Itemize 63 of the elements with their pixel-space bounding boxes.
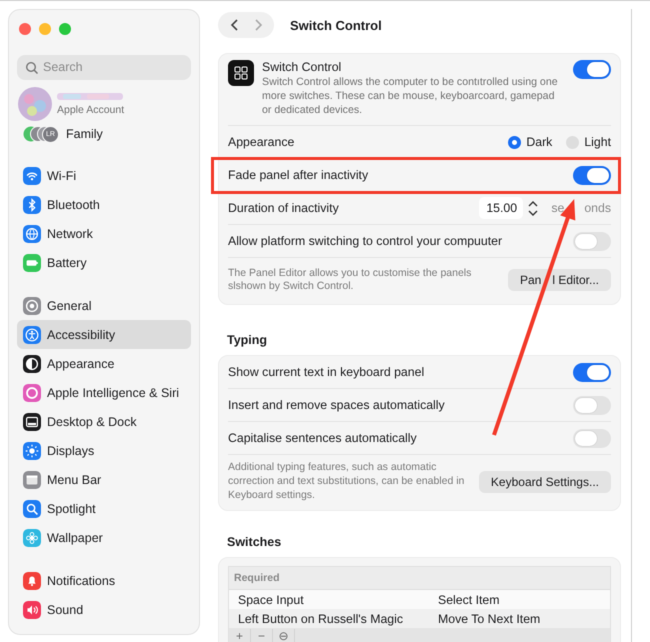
setting-title: Switch Control	[262, 60, 342, 74]
forward-icon	[252, 18, 264, 32]
section-heading: Switches	[227, 535, 282, 550]
zoom-button[interactable]	[59, 23, 71, 35]
window-title: Switch Control	[290, 18, 382, 32]
setting-label: Insert and remove spaces automatically	[228, 398, 445, 412]
radio-button[interactable]	[508, 136, 522, 149]
setting-label: Fade panel after inactivity	[228, 168, 368, 182]
setting-label: Duration of inactivity	[228, 201, 339, 216]
setting-label: Show current text in keyboard panel	[228, 365, 424, 380]
sidebar-item[interactable]: Apple Intelligence & Siri	[17, 378, 191, 407]
remove-button[interactable]: −	[251, 629, 273, 642]
sidebar-item[interactable]: Family	[66, 127, 103, 142]
sidebar-item[interactable]: Notifications	[17, 566, 191, 595]
radio-label: Dark	[526, 135, 552, 150]
back-icon	[228, 18, 240, 32]
close-button[interactable]	[19, 23, 31, 35]
toggle-switch[interactable]	[573, 362, 611, 382]
sidebar-item[interactable]: Battery	[17, 248, 191, 277]
add-button[interactable]: +	[229, 629, 251, 642]
toggle-switch[interactable]	[573, 166, 611, 185]
sidebar-item[interactable]: Wi-Fi	[17, 161, 191, 190]
minimize-button[interactable]	[39, 23, 51, 35]
search-field[interactable]: Search	[17, 54, 191, 80]
keyboard-settings-button[interactable]: Keyboard Settings...	[478, 470, 611, 493]
sidebar-item[interactable]: Menu Bar	[17, 465, 191, 494]
toggle-switch[interactable]	[573, 428, 611, 448]
sidebar-item[interactable]: Bluetooth	[17, 190, 191, 219]
number-field[interactable]: 15.00	[479, 197, 524, 220]
sidebar-item[interactable]: Desktop & Dock	[17, 407, 191, 436]
sidebar-item[interactable]: Wallpaper	[17, 523, 191, 552]
redacted-name-drawing	[57, 91, 123, 102]
unit-label: onds	[584, 201, 611, 216]
setting-label: Appearance	[228, 135, 294, 150]
switch-grid-icon	[228, 60, 254, 86]
sidebar-item[interactable]: Network	[17, 219, 191, 248]
table-row[interactable]: Left Button on Russell's Magic Move To Next Item	[229, 609, 610, 628]
setting-description: Switch Control allows the computer to be contıtrolled using one more switches. These can be mouse, keyboarcoard, gamepad or dedicated devices.	[262, 76, 559, 118]
setting-label: Allow platform switching to control your compuuter	[228, 234, 502, 248]
radio-button[interactable]	[566, 136, 580, 149]
help-text: The Panel Editor allows you to customise the panels slshown by Switch Control.	[228, 266, 472, 294]
toggle-switch[interactable]	[573, 396, 611, 415]
sidebar-item[interactable]: Sound	[17, 595, 191, 624]
help-text: Additional typing features, such as automatic correction and text substitutions, can be enabled in Keyboard settings.	[228, 461, 466, 502]
radio-label: Light	[584, 135, 611, 150]
stepper-icon	[527, 200, 540, 217]
account-label: Apple Account	[57, 104, 124, 116]
sidebar-item[interactable]: Spotlight	[17, 494, 191, 523]
sidebar-item[interactable]: Displays	[17, 436, 191, 465]
table-header: Required	[229, 567, 610, 590]
search-icon	[25, 60, 38, 74]
unit-label: se	[551, 201, 564, 216]
section-heading: Typing	[227, 333, 268, 348]
toggle-switch[interactable]	[573, 232, 611, 251]
avatar-icon	[17, 86, 53, 122]
options-button[interactable]: ⊖	[273, 629, 295, 642]
setting-label: Capitalise sentences automatically	[228, 431, 417, 446]
table-row[interactable]: Space Input Select Item	[229, 590, 610, 610]
sidebar-item[interactable]: Accessibility	[17, 320, 191, 349]
sidebar-item[interactable]: Appearance	[17, 349, 191, 378]
panel-editor-button[interactable]: Pan l Editor...	[508, 269, 611, 292]
sidebar-item[interactable]: General	[17, 291, 191, 320]
toggle-switch[interactable]	[573, 60, 611, 79]
